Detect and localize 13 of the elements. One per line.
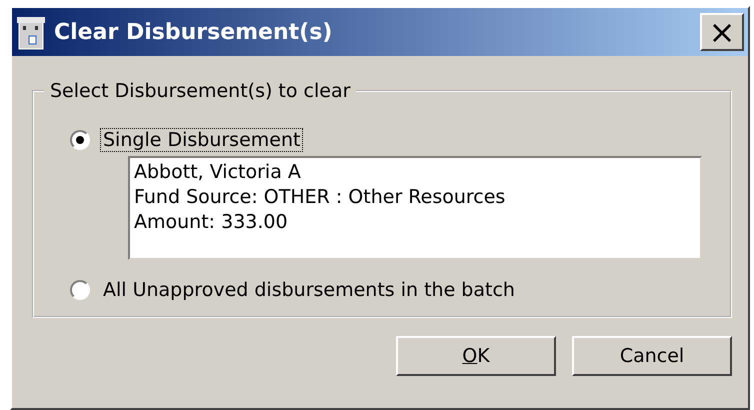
radio-button[interactable]	[70, 130, 90, 150]
close-button[interactable]: ×	[700, 13, 744, 51]
dialog-button[interactable]: Cancel	[572, 336, 732, 376]
group-label: Select Disbursement(s) to clear	[49, 80, 352, 102]
radio-label[interactable]: All Unapproved disbursements in the batch	[100, 278, 518, 302]
details-line: Fund Source: OTHER : Other Resources	[134, 185, 506, 210]
radio-button[interactable]	[70, 280, 90, 300]
window-title: Clear Disbursement(s)	[54, 20, 334, 44]
dialog-button[interactable]: OK	[396, 336, 556, 376]
details-line: Amount: 333.00	[134, 210, 289, 235]
trash-can-icon	[16, 14, 46, 50]
radio-label[interactable]: Single Disbursement	[100, 128, 304, 152]
details-line: Abbott, Victoria A	[134, 160, 302, 185]
